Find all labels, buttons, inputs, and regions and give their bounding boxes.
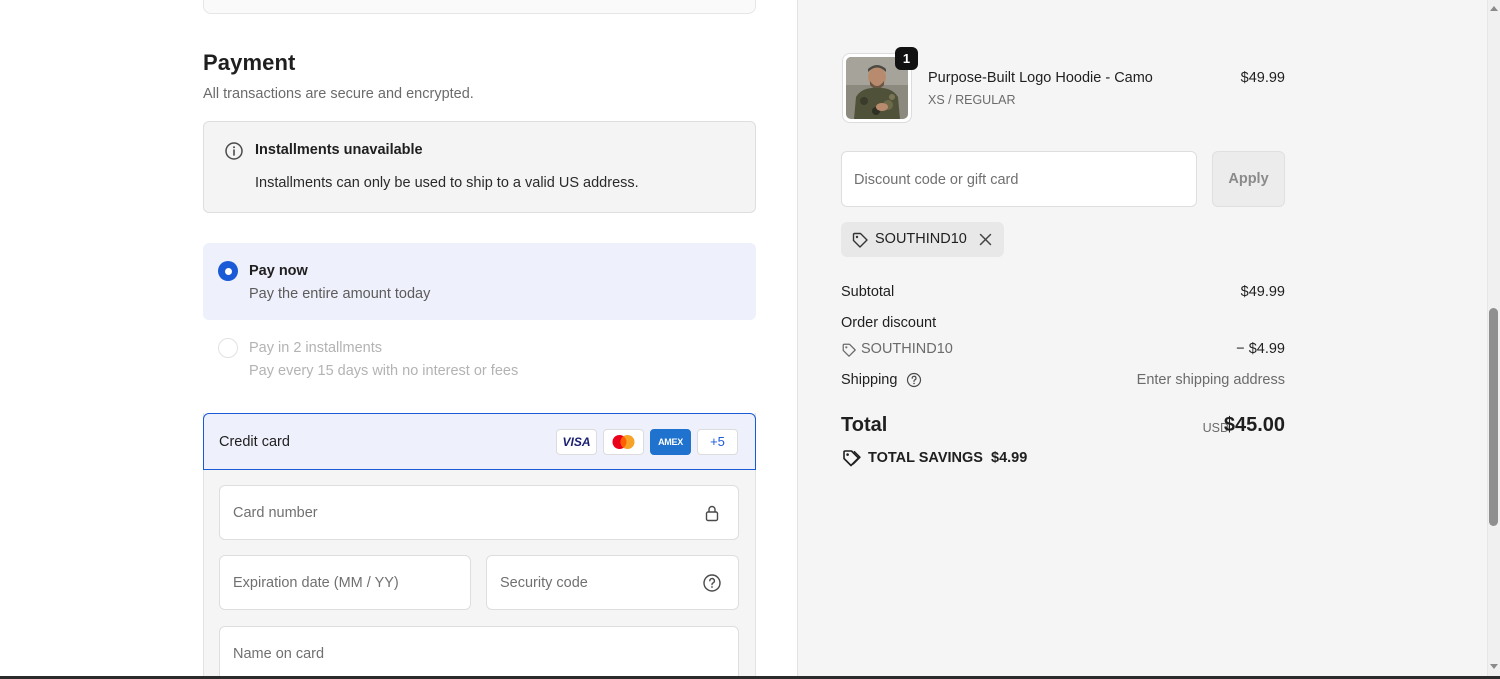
installments-title: Pay in 2 installments <box>249 340 382 356</box>
security-code-placeholder: Security code <box>500 575 588 591</box>
more-brands-badge[interactable]: +5 <box>697 429 738 455</box>
applied-discount-chip: SOUTHIND10 <box>841 222 1004 257</box>
total-savings: TOTAL SAVINGS $4.99 <box>868 450 1027 466</box>
expiration-date-field[interactable]: Expiration date (MM / YY) <box>219 555 471 610</box>
amex-text: AMEX <box>658 437 683 447</box>
visa-icon: VISA <box>556 429 597 455</box>
discount-placeholder: Discount code or gift card <box>854 172 1019 188</box>
pay-now-subtitle: Pay the entire amount today <box>249 286 431 302</box>
applied-discount-code: SOUTHIND10 <box>875 231 967 247</box>
quantity-badge: 1 <box>895 47 918 70</box>
installments-radio <box>218 338 238 358</box>
lock-icon <box>705 505 719 522</box>
amex-icon: AMEX <box>650 429 691 455</box>
shipping-value: Enter shipping address <box>1136 372 1285 388</box>
card-number-placeholder: Card number <box>233 505 318 521</box>
tag-icon <box>852 232 868 248</box>
total-savings-value: $4.99 <box>991 450 1028 466</box>
scroll-up-arrow-icon[interactable] <box>1490 6 1498 11</box>
total-value: $45.00 <box>1223 414 1285 436</box>
order-discount-label: Order discount <box>841 315 937 331</box>
security-code-field[interactable]: Security code <box>486 555 739 610</box>
scroll-down-arrow-icon[interactable] <box>1490 664 1498 669</box>
total-savings-label: TOTAL SAVINGS <box>868 450 983 466</box>
product-price: $49.99 <box>1240 70 1285 86</box>
installments-subtitle: Pay every 15 days with no interest or fe… <box>249 363 519 379</box>
notice-title: Installments unavailable <box>255 142 423 158</box>
pay-now-title: Pay now <box>249 263 308 279</box>
payment-section: Payment All transactions are secure and … <box>0 0 797 679</box>
discount-code-input[interactable]: Discount code or gift card <box>841 151 1197 207</box>
payment-title: Payment <box>203 50 296 75</box>
apply-button[interactable]: Apply <box>1212 151 1285 207</box>
discount-code-label: SOUTHIND10 <box>861 341 953 357</box>
mastercard-logo <box>612 435 635 449</box>
previous-section-card <box>203 0 756 14</box>
order-summary: 1 Purpose-Built Logo Hoodie - Camo XS / … <box>797 0 1487 679</box>
expiration-placeholder: Expiration date (MM / YY) <box>233 575 399 591</box>
product-name: Purpose-Built Logo Hoodie - Camo <box>928 70 1153 86</box>
installments-option: Pay in 2 installments Pay every 15 days … <box>203 330 756 390</box>
mastercard-icon <box>603 429 644 455</box>
credit-card-option[interactable]: Credit card VISA AMEX +5 <box>203 413 756 470</box>
help-icon[interactable] <box>702 573 722 593</box>
pay-now-radio[interactable] <box>218 261 238 281</box>
visa-text: VISA <box>562 435 591 449</box>
name-on-card-field[interactable]: Name on card <box>219 626 739 679</box>
pay-now-option[interactable]: Pay now Pay the entire amount today <box>203 243 756 320</box>
discount-tag-icon <box>842 343 856 357</box>
remove-discount-icon[interactable] <box>978 232 993 247</box>
notice-body: Installments can only be used to ship to… <box>255 175 639 191</box>
info-icon <box>225 142 243 160</box>
total-label: Total <box>841 414 888 436</box>
product-variant: XS / REGULAR <box>928 93 1016 107</box>
subtotal-label: Subtotal <box>841 284 895 300</box>
credit-card-label: Credit card <box>219 434 290 450</box>
shipping-help-icon[interactable] <box>906 372 922 388</box>
card-number-field[interactable]: Card number <box>219 485 739 540</box>
discount-value: − $4.99 <box>1236 341 1285 357</box>
shipping-label: Shipping <box>841 372 898 388</box>
installments-notice: Installments unavailable Installments ca… <box>203 121 756 213</box>
name-on-card-placeholder: Name on card <box>233 646 325 662</box>
payment-subtitle: All transactions are secure and encrypte… <box>203 86 474 102</box>
scrollbar-thumb[interactable] <box>1489 308 1498 526</box>
savings-tag-icon <box>843 450 861 467</box>
subtotal-value: $49.99 <box>1240 284 1285 300</box>
